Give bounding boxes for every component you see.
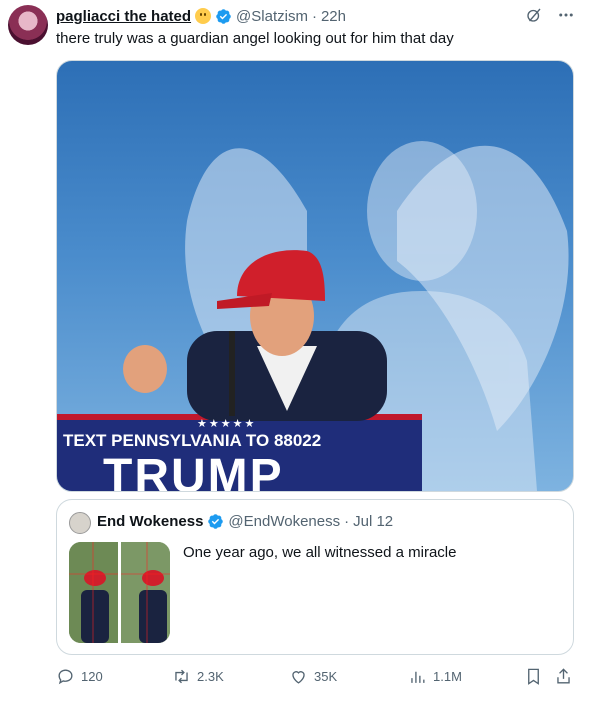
reply-icon <box>58 669 73 685</box>
sign-stars: ★★★★★ <box>197 418 257 430</box>
quote-author-avatar[interactable] <box>69 512 91 534</box>
like-button[interactable]: 35K <box>289 667 337 686</box>
post-time[interactable]: 22h <box>321 8 346 25</box>
raised-fist-shape <box>123 345 167 393</box>
quote-thumbnail[interactable] <box>69 542 170 643</box>
header-actions <box>525 6 575 24</box>
separator-dot: · <box>311 7 317 25</box>
views-chart-icon <box>411 671 425 683</box>
repost-count: 2.3K <box>197 669 224 684</box>
share-icon <box>557 668 570 684</box>
share-button[interactable] <box>554 667 573 686</box>
views-count: 1.1M <box>433 669 462 684</box>
quote-text: One year ago, we all witnessed a miracle <box>183 544 457 561</box>
quote-thumbnail-illustration <box>69 542 170 643</box>
quote-date: Jul 12 <box>353 513 394 530</box>
repost-icon <box>175 669 188 684</box>
repost-button[interactable]: 2.3K <box>172 667 224 686</box>
like-count: 35K <box>314 669 338 684</box>
quote-author-handle: @EndWokeness <box>228 513 341 530</box>
quote-author-name[interactable]: End Wokeness <box>97 513 203 530</box>
bookmark-button[interactable] <box>524 667 543 686</box>
tweet-header: pagliacci the hated @Slatzism · 22h <box>56 6 346 26</box>
quote-header: End Wokeness @EndWokeness · Jul 12 <box>97 513 393 530</box>
sign-text: TEXT PENNSYLVANIA TO 88022 <box>63 431 322 450</box>
post-image-illustration <box>57 141 569 491</box>
author-name[interactable]: pagliacci the hated <box>56 8 191 25</box>
views-button[interactable]: 1.1M <box>408 667 462 686</box>
quoted-tweet[interactable]: End Wokeness @EndWokeness · Jul 12 One y… <box>56 499 574 655</box>
sign-big-text: TRUMP <box>103 450 284 492</box>
reply-count: 120 <box>81 669 103 684</box>
grok-icon[interactable] <box>525 6 543 24</box>
smiley-emoji-icon <box>195 8 212 24</box>
tweet[interactable]: pagliacci the hated @Slatzism · 22h ther… <box>0 0 593 702</box>
verified-badge-icon <box>216 8 231 24</box>
quote-verified-badge-icon <box>208 514 224 529</box>
post-image[interactable]: ★★★★★ TEXT PENNSYLVANIA TO 88022 TRUMP <box>56 60 574 492</box>
heart-icon <box>292 671 305 684</box>
more-options-icon[interactable] <box>557 6 575 24</box>
quote-separator-dot: · <box>344 513 350 530</box>
reply-button[interactable]: 120 <box>56 667 103 686</box>
tweet-text: there truly was a guardian angel looking… <box>56 30 454 47</box>
author-avatar[interactable] <box>8 5 48 45</box>
bookmark-icon <box>528 668 539 685</box>
ghost-head-shape <box>367 141 477 281</box>
author-handle[interactable]: @Slatzism <box>236 8 308 25</box>
action-bar: 120 2.3K 35K 1.1M <box>56 667 586 689</box>
